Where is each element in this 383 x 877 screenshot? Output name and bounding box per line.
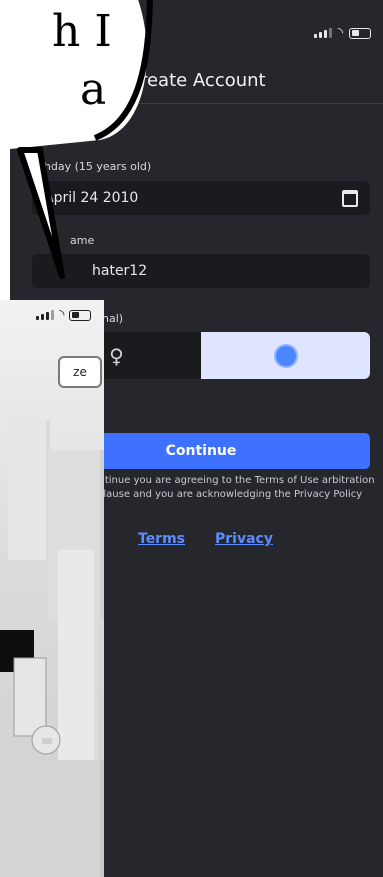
gender-label: nal)	[102, 312, 124, 325]
game-status-bar: ◝	[36, 307, 92, 323]
ground-block	[0, 760, 104, 877]
signal-icon	[313, 28, 332, 38]
gender-option-female[interactable]	[201, 332, 370, 379]
birthday-value: April 24 2010	[44, 190, 139, 206]
calendar-icon[interactable]	[342, 189, 358, 207]
background-block	[8, 420, 50, 560]
signal-icon	[36, 310, 54, 320]
game-screenshot: ◝ ze	[0, 300, 104, 877]
wifi-icon: ◝	[337, 25, 343, 41]
battery-icon	[69, 309, 92, 321]
female-icon	[273, 343, 298, 368]
speech-bubble-text: h I a	[0, 0, 112, 122]
resize-button[interactable]: ze	[58, 356, 102, 388]
speech-bubble-line: h I	[52, 6, 112, 57]
background-block	[58, 550, 98, 780]
terms-link[interactable]: Terms	[138, 531, 185, 547]
privacy-link[interactable]: Privacy	[215, 531, 273, 547]
legal-text: Continue you are agreeing to the Terms o…	[85, 475, 375, 500]
username-field[interactable]: hater12	[32, 254, 370, 288]
username-value: hater12	[92, 263, 148, 279]
birthday-field[interactable]: April 24 2010	[32, 181, 370, 215]
male-icon: ♀	[109, 343, 124, 368]
legal-links: Terms Privacy	[138, 531, 273, 547]
wifi-icon: ◝	[59, 307, 65, 323]
avatar-arm	[0, 630, 61, 755]
battery-icon	[349, 27, 371, 39]
status-bar: ◝	[313, 25, 371, 41]
birthday-label: irthday (15 years old)	[32, 160, 152, 173]
username-label: ame	[70, 234, 95, 247]
speech-bubble-line: a	[80, 64, 107, 115]
